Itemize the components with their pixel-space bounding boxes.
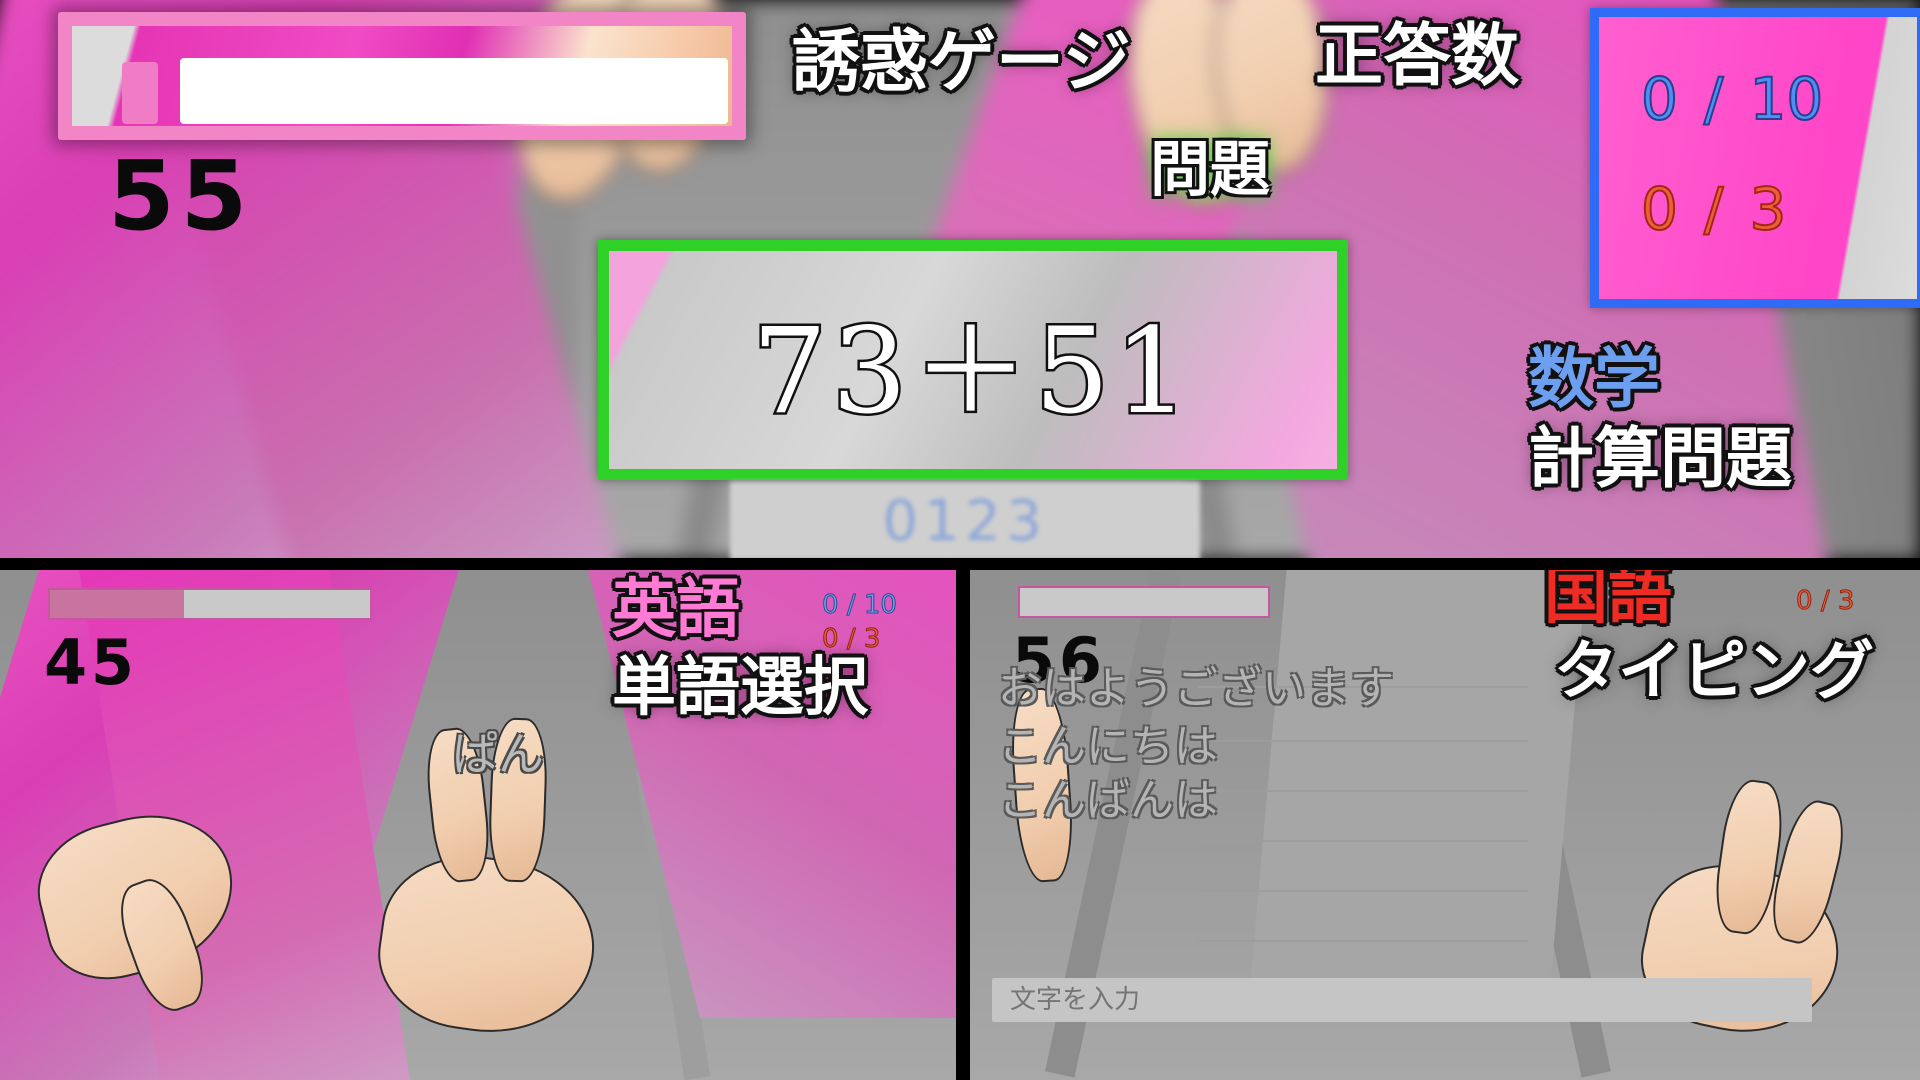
- english-mode-label: 単語選択: [612, 651, 868, 725]
- english-gauge-fill: [50, 590, 185, 618]
- score-window: 0 / 10 0 / 3: [1590, 8, 1920, 308]
- english-mistake-separator: /: [846, 624, 856, 655]
- english-score: 0 / 10 0 / 3: [822, 590, 898, 655]
- question-caption: 問題: [1150, 135, 1270, 205]
- english-correct-count: 0: [822, 590, 840, 621]
- english-correct-total: 10: [863, 590, 897, 621]
- math-timer: 55: [108, 140, 254, 252]
- temptation-gauge: [58, 12, 746, 140]
- correct-total: 10: [1748, 64, 1824, 134]
- english-subject-label: 英語: [612, 573, 740, 647]
- english-background-art: [0, 568, 962, 1080]
- english-mistake-row: 0 / 3: [822, 624, 897, 655]
- japanese-mistake-count: 0: [1796, 586, 1814, 617]
- english-mistake-count: 0: [822, 624, 840, 655]
- answer-input-ghost[interactable]: 0123: [730, 482, 1200, 560]
- english-timer: 45: [44, 626, 138, 699]
- japanese-score: 0 / 3: [1796, 586, 1855, 617]
- mistake-total: 3: [1748, 174, 1787, 244]
- english-gauge: [48, 588, 372, 620]
- mistake-score-row: 0 / 3: [1640, 174, 1787, 244]
- mistake-separator: /: [1703, 174, 1725, 244]
- game-screen: 55 誘惑ゲージ 正答数 問題 73＋51 0123 0 / 10 0 / 3 …: [0, 0, 1920, 1080]
- score-caption: 正答数: [1315, 17, 1520, 96]
- math-mode-label: 計算問題: [1528, 420, 1792, 497]
- correct-count: 0: [1640, 64, 1679, 134]
- japanese-mode-label: タイピング: [1554, 635, 1874, 709]
- english-mistake-total: 3: [863, 624, 881, 655]
- japanese-mistake-separator: /: [1820, 586, 1830, 617]
- temptation-gauge-empty: [180, 58, 728, 124]
- japanese-mistake-total: 3: [1837, 586, 1855, 617]
- japanese-subject-label: 国語: [1544, 568, 1672, 633]
- temptation-gauge-caption: 誘惑ゲージ: [792, 23, 1131, 102]
- score-separator: /: [1703, 64, 1725, 134]
- japanese-line-1: おはようございます: [998, 663, 1394, 714]
- english-correct-row: 0 / 10: [822, 590, 898, 621]
- vertical-divider: [956, 558, 970, 1080]
- japanese-line-3: こんばんは: [998, 775, 1218, 826]
- question-text: 73＋51: [750, 299, 1194, 442]
- english-mode-panel: 45 0 / 10 0 / 3 ぱん 英語 単語選択 Wednesday Dri…: [0, 568, 962, 1080]
- math-subject-label: 数学: [1528, 340, 1660, 417]
- english-score-separator: /: [846, 590, 856, 621]
- japanese-gauge: [1018, 586, 1270, 618]
- typing-input[interactable]: [992, 978, 1812, 1022]
- correct-score-row: 0 / 10: [1640, 64, 1824, 134]
- japanese-mistake-row: 0 / 3: [1796, 586, 1855, 617]
- math-mode-panel: 55 誘惑ゲージ 正答数 問題 73＋51 0123 0 / 10 0 / 3 …: [0, 0, 1920, 560]
- question-box: 73＋51: [598, 240, 1348, 480]
- english-prompt-word: ぱん: [452, 727, 544, 781]
- temptation-gauge-fill: [122, 62, 158, 124]
- japanese-mode-panel: 56 0 / 3 おはようございます こんにちは こんばんは 国語 タイピング: [968, 568, 1920, 1080]
- mistake-count: 0: [1640, 174, 1679, 244]
